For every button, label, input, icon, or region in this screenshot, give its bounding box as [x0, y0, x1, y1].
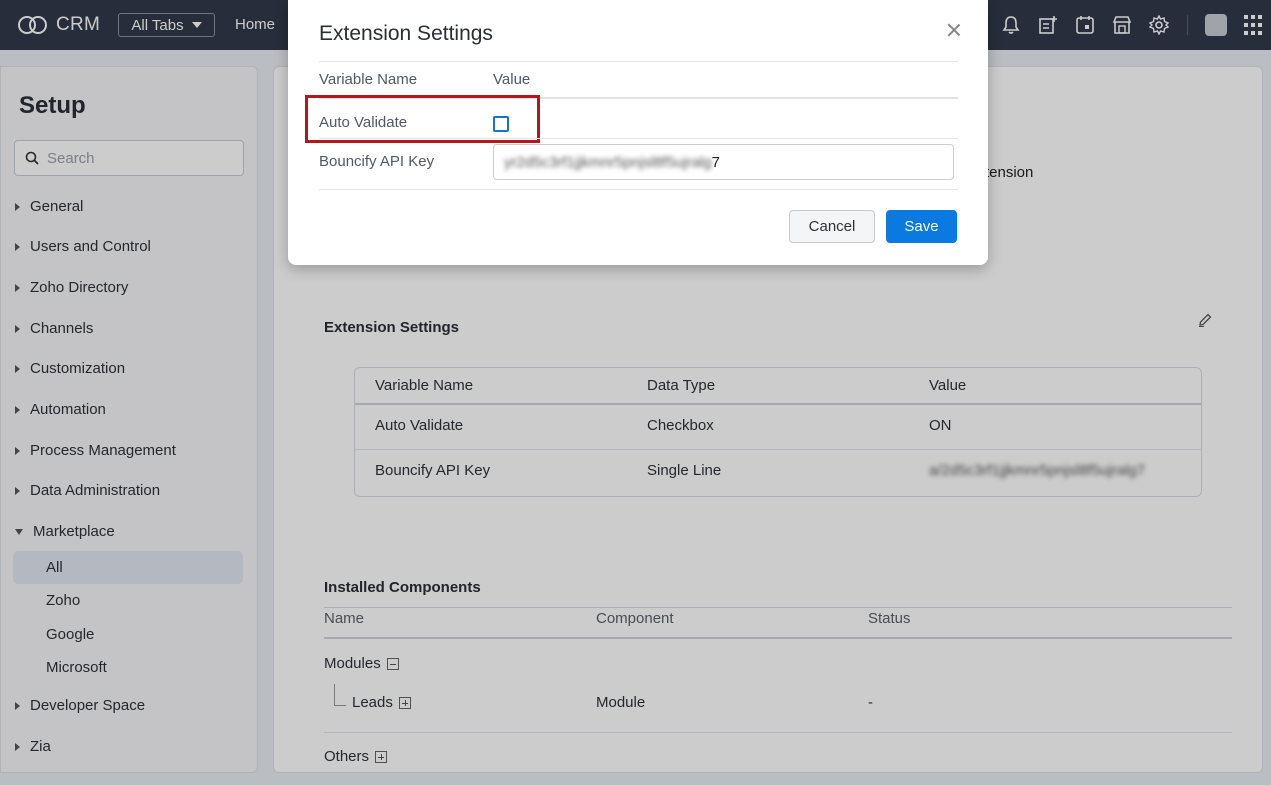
api-key-value-blurred: yr2d5c3rf1jjkmnr5pnjsl8f5ujralg [504, 153, 712, 171]
close-icon[interactable] [947, 23, 961, 37]
column-header-value: Value [493, 71, 531, 88]
extension-settings-modal: Extension Settings Variable Name Value A… [288, 0, 988, 265]
cancel-button[interactable]: Cancel [789, 210, 875, 243]
divider [319, 189, 958, 190]
api-key-input[interactable]: yr2d5c3rf1jjkmnr5pnjsl8f5ujralg 7 [493, 144, 954, 180]
divider [319, 138, 958, 139]
api-key-value-visible: 7 [711, 153, 720, 171]
api-key-label: Bouncify API Key [319, 153, 435, 170]
modal-title: Extension Settings [319, 22, 493, 45]
save-button[interactable]: Save [886, 210, 957, 243]
highlight-box [305, 95, 540, 143]
column-header-variable: Variable Name [319, 71, 418, 88]
divider [319, 61, 958, 62]
